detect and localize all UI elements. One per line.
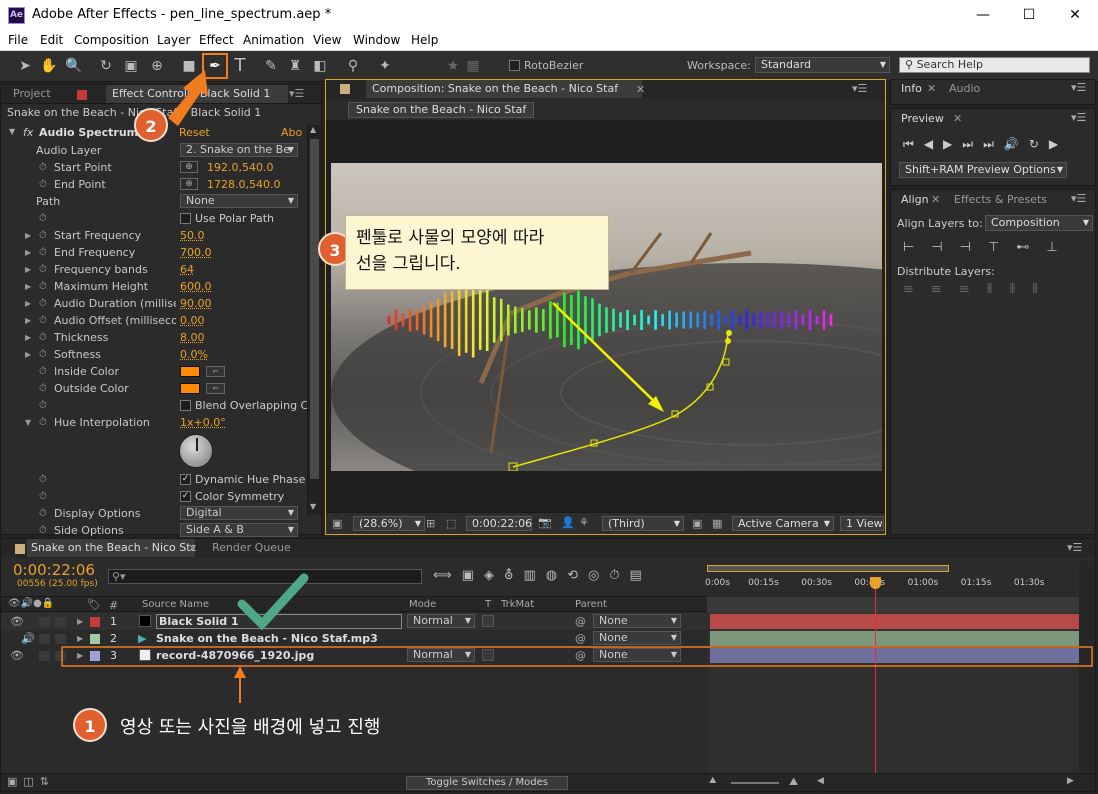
step1-text: 영상 또는 사진을 배경에 넣고 진행 xyxy=(120,717,381,738)
step3-line1: 펜툴로 사물의 모양에 따라 xyxy=(356,228,545,248)
step2-bubble: 2 xyxy=(134,108,168,142)
step3-callout: 펜툴로 사물의 모양에 따라 선을 그립니다. xyxy=(345,215,609,290)
step3-line2: 선을 그립니다. xyxy=(356,254,461,274)
layer3-highlight xyxy=(61,646,1093,667)
step1-bubble: 1 xyxy=(73,708,107,742)
step2-arrow xyxy=(168,70,208,126)
checkmark-icon xyxy=(237,573,309,631)
step1-arrow-head xyxy=(234,666,246,678)
step3-arrow-line xyxy=(552,302,661,408)
